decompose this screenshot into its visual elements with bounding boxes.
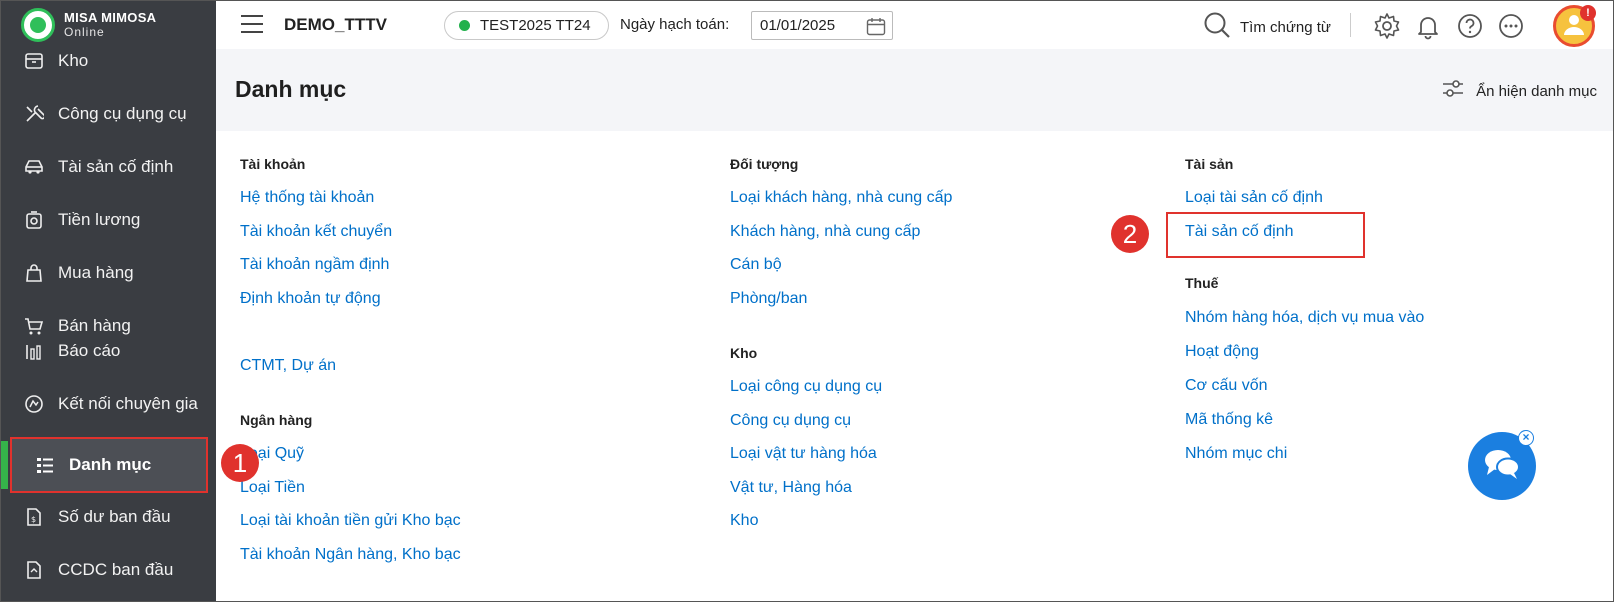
report-icon	[23, 340, 45, 362]
link-tai-khoan-ket-chuyen[interactable]: Tài khoản kết chuyển	[240, 223, 392, 241]
posting-date-input[interactable]: 01/01/2025	[751, 11, 893, 40]
section-title-doi-tuong: Đối tượng	[730, 156, 799, 172]
car-icon	[23, 156, 45, 178]
link-cong-cu-dung-cu[interactable]: Công cụ dụng cụ	[730, 412, 851, 430]
database-label: TEST2025 TT24	[480, 17, 591, 34]
link-loai-tai-khoan-tien-gui-kho-bac[interactable]: Loại tài khoản tiền gửi Kho bạc	[240, 512, 461, 530]
sidebar-item-danh-muc[interactable]: Danh mục	[1, 437, 208, 493]
sidebar-item-label: Số dư ban đầu	[58, 507, 171, 526]
user-avatar[interactable]: !	[1553, 5, 1596, 47]
sidebar-item-label: Tài sản cố định	[58, 157, 174, 176]
sliders-icon	[1442, 79, 1464, 103]
link-loai-tai-san-co-dinh[interactable]: Loại tài sản cố định	[1185, 189, 1323, 207]
sidebar-item-label: Báo cáo	[58, 341, 121, 360]
link-ma-thong-ke[interactable]: Mã thống kê	[1185, 411, 1273, 429]
tools-icon	[23, 103, 45, 125]
expert-icon	[23, 393, 45, 415]
company-name[interactable]: DEMO_TTTV	[284, 15, 387, 35]
salary-icon	[23, 209, 45, 231]
link-loai-vat-tu-hang-hoa[interactable]: Loại vật tư hàng hóa	[730, 445, 877, 463]
menu-icon[interactable]	[241, 15, 263, 33]
toggle-catalog-visibility[interactable]: Ẩn hiện danh mục	[1442, 79, 1597, 103]
sidebar-item-label: Tiền lương	[58, 210, 141, 229]
section-title-thue: Thuế	[1185, 275, 1219, 291]
link-nhom-hang-hoa-dich-vu-mua-vao[interactable]: Nhóm hàng hóa, dịch vụ mua vào	[1185, 309, 1424, 327]
section-title-ngan-hang: Ngân hàng	[240, 412, 313, 428]
step-callout-1: 1	[221, 444, 259, 482]
sidebar-item-tien-luong[interactable]: Tiền lương	[1, 198, 216, 242]
database-selector[interactable]: TEST2025 TT24	[444, 11, 609, 40]
link-loai-tien[interactable]: Loại Tiền	[240, 479, 305, 497]
top-bar: DEMO_TTTV TEST2025 TT24 Ngày hạch toán: …	[216, 1, 1613, 49]
sidebar-item-label: Công cụ dụng cụ	[58, 104, 187, 123]
page-header: Danh mục Ẩn hiện danh mục	[216, 49, 1613, 131]
sidebar-item-bao-cao[interactable]: Báo cáo	[1, 329, 216, 373]
toggle-label: Ẩn hiện danh mục	[1476, 82, 1597, 100]
catalog-icon	[34, 454, 56, 476]
link-he-thong-tai-khoan[interactable]: Hệ thống tài khoản	[240, 189, 374, 207]
section-title-tai-san: Tài sản	[1185, 156, 1234, 172]
sidebar-item-kho[interactable]: Kho	[1, 39, 216, 83]
search-icon	[1203, 11, 1231, 43]
link-khach-hang-nha-cung-cap[interactable]: Khách hàng, nhà cung cấp	[730, 223, 920, 241]
sidebar-item-label: CCDC ban đầu	[58, 560, 174, 579]
calendar-icon[interactable]	[866, 17, 886, 40]
sidebar-item-ccdc-ban-dau[interactable]: CCDC ban đầu	[1, 548, 216, 592]
sidebar-item-label: Kho	[58, 51, 89, 70]
app-logo[interactable]: MISA MIMOSA Online	[21, 8, 156, 42]
link-vat-tu-hang-hoa[interactable]: Vật tư, Hàng hóa	[730, 479, 852, 497]
sidebar-item-label: Mua hàng	[58, 263, 134, 282]
link-hoat-dong[interactable]: Hoạt động	[1185, 343, 1259, 361]
divider	[1350, 13, 1351, 37]
bell-icon[interactable]	[1414, 12, 1442, 40]
sidebar-item-label: Danh mục	[69, 455, 152, 474]
app-window: MISA MIMOSA Online Kho Công cụ dụng cụ T…	[0, 0, 1614, 602]
link-tai-khoan-ngam-dinh[interactable]: Tài khoản ngầm định	[240, 256, 389, 274]
svg-text:$: $	[31, 515, 36, 524]
link-dinh-khoan-tu-dong[interactable]: Định khoản tự động	[240, 290, 381, 308]
initial-tools-icon	[23, 559, 45, 581]
balance-icon: $	[23, 506, 45, 528]
section-title-tai-khoan: Tài khoản	[240, 156, 306, 172]
more-options-icon[interactable]	[1497, 12, 1525, 40]
sidebar-item-tai-san-co-dinh[interactable]: Tài sản cố định	[1, 145, 216, 189]
step-callout-2: 2	[1111, 215, 1149, 253]
section-title-kho: Kho	[730, 345, 758, 361]
link-can-bo[interactable]: Cán bộ	[730, 256, 782, 274]
shopping-bag-icon	[23, 262, 45, 284]
chat-support-button[interactable]: ×	[1468, 430, 1536, 500]
highlight-box	[1166, 212, 1365, 258]
link-kho[interactable]: Kho	[730, 512, 758, 530]
sidebar-item-label: Kết nối chuyên gia	[58, 394, 198, 413]
link-phong-ban[interactable]: Phòng/ban	[730, 290, 807, 308]
status-dot-icon	[459, 20, 470, 31]
search-label: Tìm chứng từ	[1240, 18, 1331, 36]
search-documents[interactable]: Tìm chứng từ	[1203, 11, 1331, 43]
page-title: Danh mục	[235, 76, 347, 102]
close-chat-icon[interactable]: ×	[1518, 430, 1534, 446]
settings-gear-icon[interactable]	[1373, 12, 1401, 40]
sidebar: MISA MIMOSA Online Kho Công cụ dụng cụ T…	[1, 1, 216, 601]
notification-badge-icon: !	[1580, 5, 1596, 21]
posting-date-value: 01/01/2025	[760, 17, 836, 34]
warehouse-icon	[23, 50, 45, 72]
misa-logo-icon	[21, 8, 55, 42]
link-tai-khoan-ngan-hang-kho-bac[interactable]: Tài khoản Ngân hàng, Kho bạc	[240, 546, 461, 564]
chat-bubble-icon	[1483, 447, 1521, 486]
link-loai-cong-cu-dung-cu[interactable]: Loại công cụ dụng cụ	[730, 378, 882, 396]
sidebar-item-so-du-ban-dau[interactable]: $ Số dư ban đầu	[1, 495, 216, 539]
posting-date-label: Ngày hạch toán:	[620, 16, 730, 33]
link-ctmt-du-an[interactable]: CTMT, Dự án	[240, 357, 336, 375]
sidebar-item-cong-cu-dung-cu[interactable]: Công cụ dụng cụ	[1, 92, 216, 136]
brand-name: MISA MIMOSA	[64, 10, 157, 25]
link-co-cau-von[interactable]: Cơ cấu vốn	[1185, 377, 1268, 395]
help-icon[interactable]	[1456, 12, 1484, 40]
link-loai-khach-hang-nha-cung-cap[interactable]: Loại khách hàng, nhà cung cấp	[730, 189, 952, 207]
sidebar-item-mua-hang[interactable]: Mua hàng	[1, 251, 216, 295]
sidebar-item-ket-noi-chuyen-gia[interactable]: Kết nối chuyên gia	[1, 382, 216, 426]
brand-sub: Online	[64, 25, 105, 39]
link-nhom-muc-chi[interactable]: Nhóm mục chi	[1185, 445, 1287, 463]
